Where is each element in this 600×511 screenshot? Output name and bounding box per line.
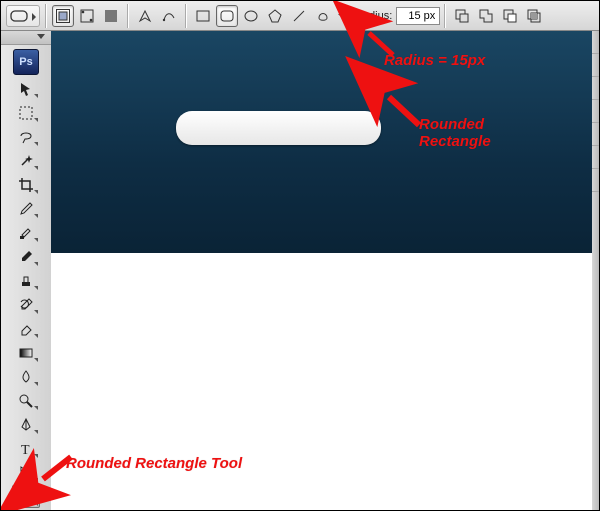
right-panels-collapsed[interactable]	[591, 31, 599, 510]
move-tool-icon[interactable]	[12, 77, 40, 100]
shape-freeform-pen-icon[interactable]	[158, 5, 180, 27]
separator	[444, 4, 446, 28]
mode-shape-layers-icon[interactable]	[52, 5, 74, 27]
history-brush-tool-icon[interactable]	[12, 293, 40, 316]
svg-text:T: T	[21, 443, 30, 457]
shape-options-dropdown-icon[interactable]	[336, 5, 348, 27]
mode-paths-icon[interactable]	[76, 5, 98, 27]
combine-subtract-icon[interactable]	[499, 5, 521, 27]
drawn-rounded-rectangle	[176, 111, 381, 145]
combine-new-icon[interactable]	[451, 5, 473, 27]
magic-wand-tool-icon[interactable]	[12, 149, 40, 172]
eraser-tool-icon[interactable]	[12, 317, 40, 340]
annotation-tool: Rounded Rectangle Tool	[66, 455, 242, 472]
separator	[45, 4, 47, 28]
annotation-arrow-rrect	[381, 87, 425, 131]
combine-intersect-icon[interactable]	[523, 5, 545, 27]
tools-panel-grip[interactable]	[1, 31, 51, 45]
current-tool-preset[interactable]	[6, 5, 40, 27]
separator	[127, 4, 129, 28]
annotation-rrect-line2: Rectangle	[419, 133, 491, 150]
lasso-tool-icon[interactable]	[12, 125, 40, 148]
shape-polygon-icon[interactable]	[264, 5, 286, 27]
shape-rounded-rectangle-icon[interactable]	[216, 5, 238, 27]
gradient-tool-icon[interactable]	[12, 341, 40, 364]
crop-tool-icon[interactable]	[12, 173, 40, 196]
shape-custom-icon[interactable]	[312, 5, 334, 27]
pen-tool-icon[interactable]	[12, 413, 40, 436]
canvas[interactable]: Radius = 15px Rounded Rectangle Rounded …	[51, 31, 592, 510]
tools-panel: Ps T	[1, 31, 52, 510]
marquee-tool-icon[interactable]	[12, 101, 40, 124]
options-bar: Radius:	[1, 1, 599, 31]
healing-brush-tool-icon[interactable]	[12, 221, 40, 244]
annotation-rrect-line1: Rounded	[419, 116, 484, 133]
photoshop-window: Radius: Ps T	[0, 0, 600, 511]
shape-line-icon[interactable]	[288, 5, 310, 27]
shape-rectangle-icon[interactable]	[192, 5, 214, 27]
radius-input[interactable]	[396, 7, 440, 25]
dodge-tool-icon[interactable]	[12, 389, 40, 412]
annotation-arrow-tool	[35, 449, 79, 493]
blur-tool-icon[interactable]	[12, 365, 40, 388]
combine-add-icon[interactable]	[475, 5, 497, 27]
radius-label: Radius:	[355, 10, 392, 22]
eyedropper-tool-icon[interactable]	[12, 197, 40, 220]
clone-stamp-tool-icon[interactable]	[12, 269, 40, 292]
mode-fill-pixels-icon[interactable]	[100, 5, 122, 27]
annotation-arrow-radius	[363, 25, 403, 65]
shape-pen-icon[interactable]	[134, 5, 156, 27]
separator	[185, 4, 187, 28]
document-area: Radius = 15px Rounded Rectangle Rounded …	[51, 31, 592, 510]
brush-tool-icon[interactable]	[12, 245, 40, 268]
tools-list: T	[1, 77, 51, 509]
shape-ellipse-icon[interactable]	[240, 5, 262, 27]
ps-logo-icon: Ps	[13, 49, 39, 75]
